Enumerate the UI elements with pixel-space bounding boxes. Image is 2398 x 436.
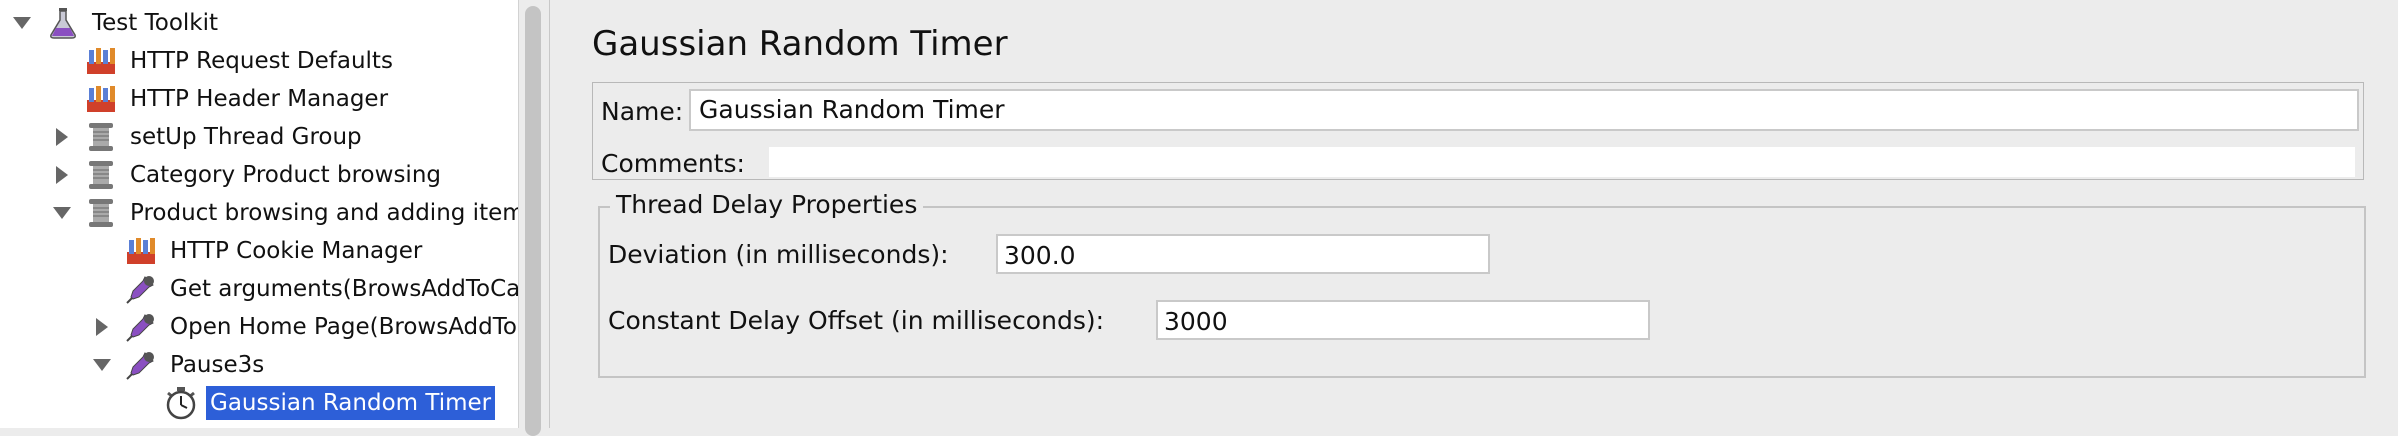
comments-input[interactable] xyxy=(769,147,2355,177)
pane-splitter[interactable] xyxy=(549,0,567,428)
tree-item-http-cookie-manager[interactable]: HTTP Cookie Manager xyxy=(0,232,518,270)
config-element-icon xyxy=(84,44,118,78)
thread-delay-properties-group: Thread Delay Properties Deviation (in mi… xyxy=(598,190,2366,378)
expand-triangle-down-icon[interactable] xyxy=(50,201,74,225)
constant-delay-offset-label: Constant Delay Offset (in milliseconds): xyxy=(608,306,1105,335)
name-label: Name: xyxy=(601,97,684,126)
tree-item-label: HTTP Cookie Manager xyxy=(170,238,423,264)
tree-item-label: Category Product browsing xyxy=(130,162,441,188)
expand-triangle-right-icon[interactable] xyxy=(50,163,74,187)
constant-delay-offset-input[interactable]: 3000 xyxy=(1156,300,1650,340)
test-plan-tree[interactable]: Test Toolkit HTTP Request Defaults HTTP … xyxy=(0,0,518,428)
expand-triangle-down-icon[interactable] xyxy=(10,11,34,35)
group-title: Thread Delay Properties xyxy=(610,190,924,219)
tree-item-label: Open Home Page(BrowsAddToCa xyxy=(170,314,518,340)
tree-item-label: Pause3s xyxy=(170,352,265,378)
sampler-pipette-icon xyxy=(124,348,158,382)
expand-triangle-down-icon[interactable] xyxy=(90,353,114,377)
deviation-input[interactable]: 300.0 xyxy=(996,234,1490,274)
name-input[interactable]: Gaussian Random Timer xyxy=(689,89,2359,131)
tree-item-category-product-browsing[interactable]: Category Product browsing xyxy=(0,156,518,194)
timer-stopwatch-icon xyxy=(164,386,198,420)
name-comments-section: Name: Gaussian Random Timer Comments: xyxy=(592,82,2364,180)
timer-editor-panel: Gaussian Random Timer Name: Gaussian Ran… xyxy=(566,0,2398,428)
tree-item-label: Test Toolkit xyxy=(92,10,219,36)
tree-item-gaussian-random-timer[interactable]: Gaussian Random Timer xyxy=(0,384,518,422)
scrollbar-thumb[interactable] xyxy=(525,6,541,436)
config-element-icon xyxy=(124,234,158,268)
thread-group-spool-icon xyxy=(84,158,118,192)
expand-triangle-right-icon[interactable] xyxy=(50,125,74,149)
panel-title: Gaussian Random Timer xyxy=(592,24,1008,64)
tree-item-setup-thread-group[interactable]: setUp Thread Group xyxy=(0,118,518,156)
tree-item-get-arguments[interactable]: Get arguments(BrowsAddToCart xyxy=(0,270,518,308)
tree-item-label: Product browsing and adding items xyxy=(130,200,518,226)
thread-group-spool-icon xyxy=(84,120,118,154)
sampler-pipette-icon xyxy=(124,272,158,306)
tree-item-http-header-manager[interactable]: HTTP Header Manager xyxy=(0,80,518,118)
expand-triangle-right-icon[interactable] xyxy=(90,315,114,339)
tree-item-pause3s[interactable]: Pause3s xyxy=(0,346,518,384)
thread-group-spool-icon xyxy=(84,196,118,230)
tree-item-label: HTTP Header Manager xyxy=(130,86,389,112)
tree-item-label: HTTP Request Defaults xyxy=(130,48,393,74)
tree-item-test-toolkit[interactable]: Test Toolkit xyxy=(0,4,518,42)
config-element-icon xyxy=(84,82,118,116)
tree-item-product-browsing-and-adding-items[interactable]: Product browsing and adding items xyxy=(0,194,518,232)
tree-vertical-scrollbar[interactable] xyxy=(518,0,549,436)
tree-item-label: setUp Thread Group xyxy=(130,124,362,150)
tree-item-label-selected: Gaussian Random Timer xyxy=(206,386,496,420)
tree-item-http-request-defaults[interactable]: HTTP Request Defaults xyxy=(0,42,518,80)
comments-label: Comments: xyxy=(601,149,745,178)
test-plan-flask-icon xyxy=(46,6,80,40)
deviation-label: Deviation (in milliseconds): xyxy=(608,240,949,269)
tree-item-label: Get arguments(BrowsAddToCart xyxy=(170,276,518,302)
sampler-pipette-icon xyxy=(124,310,158,344)
tree-item-open-home-page[interactable]: Open Home Page(BrowsAddToCa xyxy=(0,308,518,346)
